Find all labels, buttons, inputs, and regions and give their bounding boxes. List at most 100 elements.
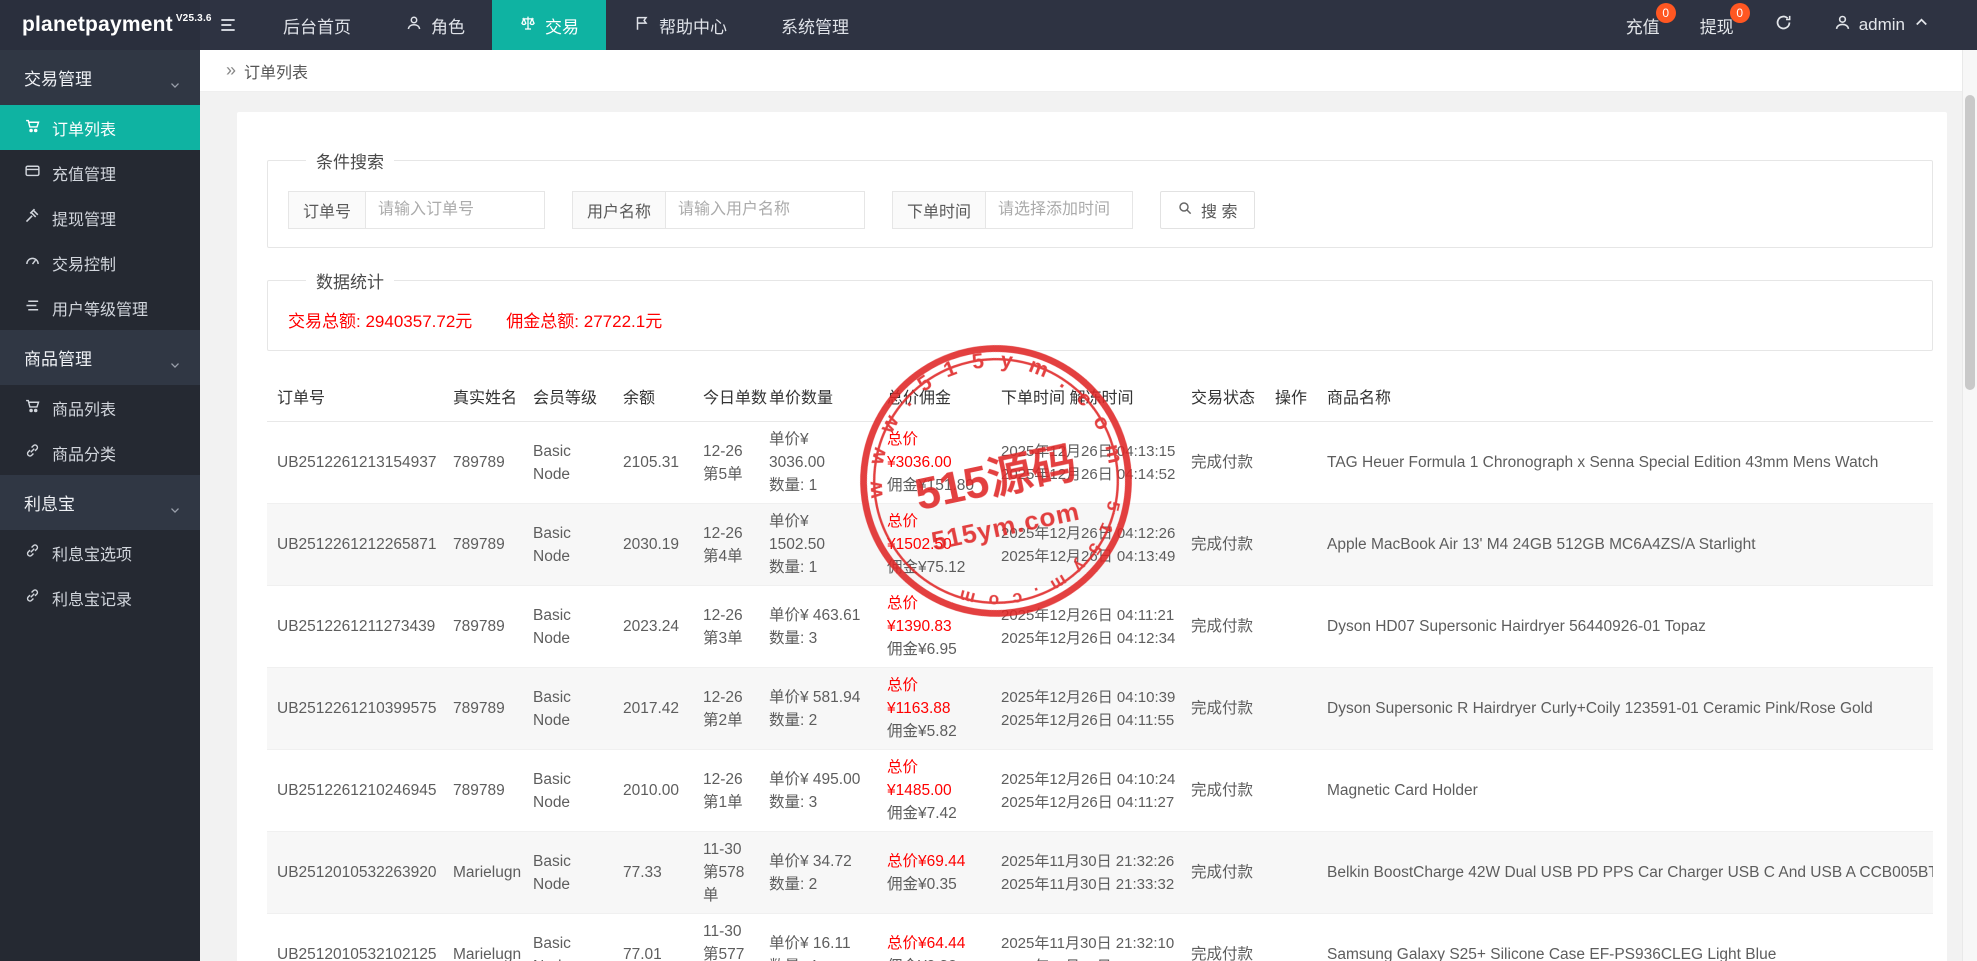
app-name: planetpayment — [22, 13, 173, 37]
sidebar-item-user-levels-label: 用户等级管理 — [52, 296, 148, 320]
search-fieldset: 条件搜索 订单号 用户名称 下单时间 — [267, 148, 1933, 248]
sidebar-item-interest-options[interactable]: 利息宝选项 — [0, 530, 200, 575]
col-balance: 余额 — [613, 371, 693, 422]
action-cell — [1265, 422, 1317, 504]
sidebar-item-product-category[interactable]: 商品分类 — [0, 430, 200, 475]
withdraw-button[interactable]: 提现 0 — [1680, 0, 1754, 50]
nav-system-label: 系统管理 — [781, 13, 849, 38]
order-no-label: 订单号 — [288, 191, 365, 229]
balance-cell: 77.33 — [613, 832, 693, 914]
nav-trade[interactable]: 交易 — [492, 0, 606, 50]
recharge-button[interactable]: 充值 0 — [1606, 0, 1680, 50]
level-cell: Basic Node — [523, 750, 613, 832]
order-no-field: 订单号 — [288, 191, 545, 229]
real-name-cell: 789789 — [443, 750, 523, 832]
user-name-input[interactable] — [665, 191, 865, 229]
times-cell: 2025年11月30日 21:32:102025年11月30日 21:33:17 — [991, 914, 1181, 961]
action-cell — [1265, 504, 1317, 586]
status-cell: 完成付款 — [1181, 668, 1265, 750]
level-cell: Basic Node — [523, 832, 613, 914]
nav-roles-label: 角色 — [431, 13, 465, 38]
sidebar-item-interest-options-label: 利息宝选项 — [52, 541, 132, 565]
withdraw-label: 提现 — [1700, 13, 1734, 38]
day-count-cell: 12-26第1单 — [693, 750, 759, 832]
wallet-icon — [24, 162, 41, 184]
levels-icon — [24, 297, 41, 319]
user-name-label: 用户名称 — [572, 191, 665, 229]
action-cell — [1265, 668, 1317, 750]
total-commission-cell: 总价¥1163.88佣金¥5.82 — [877, 668, 991, 750]
sidebar-group-trade-label: 交易管理 — [24, 65, 92, 90]
sidebar-group-products-label: 商品管理 — [24, 345, 92, 370]
sidebar-item-trade-control[interactable]: 交易控制 — [0, 240, 200, 285]
page-title: 订单列表 — [244, 59, 308, 83]
table-row: UB2512010532102125 Marielugn Basic Node … — [267, 914, 1933, 961]
level-cell: Basic Node — [523, 504, 613, 586]
total-commission-cell: 总价¥1485.00佣金¥7.42 — [877, 750, 991, 832]
sidebar-item-product-list[interactable]: 商品列表 — [0, 385, 200, 430]
sidebar-group-products[interactable]: 商品管理 — [0, 330, 200, 385]
real-name-cell: 789789 — [443, 668, 523, 750]
product-cell: Belkin BoostCharge 42W Dual USB PD PPS C… — [1317, 832, 1933, 914]
order-no-cell: UB2512261210399575 — [267, 668, 443, 750]
sidebar-item-withdraw[interactable]: 提现管理 — [0, 195, 200, 240]
day-count-cell: 12-26第2单 — [693, 668, 759, 750]
app-version: V25.3.6 — [176, 13, 212, 24]
product-cell: Apple MacBook Air 13' M4 24GB 512GB MC6A… — [1317, 504, 1933, 586]
unit-qty-cell: 单价¥ 495.00数量: 3 — [759, 750, 877, 832]
order-no-cell: UB2512261213154937 — [267, 422, 443, 504]
order-no-cell: UB2512261211273439 — [267, 586, 443, 668]
sidebar-item-order-list[interactable]: 订单列表 — [0, 105, 200, 150]
order-time-input[interactable] — [985, 191, 1133, 229]
refresh-button[interactable] — [1754, 0, 1813, 50]
user-menu[interactable]: admin — [1813, 0, 1951, 50]
unit-qty-cell: 单价¥ 3036.00数量: 1 — [759, 422, 877, 504]
sidebar-group-interest-label: 利息宝 — [24, 490, 75, 515]
stats-row: 交易总额: 2940357.72元 佣金总额: 27722.1元 — [288, 307, 1912, 332]
nav-roles[interactable]: 角色 — [378, 0, 492, 50]
nav-help[interactable]: 帮助中心 — [606, 0, 754, 50]
sidebar-group-interest[interactable]: 利息宝 — [0, 475, 200, 530]
breadcrumb-icon: » — [226, 60, 236, 81]
sidebar-item-trade-control-label: 交易控制 — [52, 251, 116, 275]
menu-toggle-icon[interactable] — [200, 0, 256, 50]
recharge-label: 充值 — [1626, 13, 1660, 38]
search-button-label: 搜 索 — [1201, 198, 1237, 222]
nav-dashboard[interactable]: 后台首页 — [256, 0, 378, 50]
flag-icon — [633, 14, 651, 37]
day-count-cell: 11-30第577单 — [693, 914, 759, 961]
sidebar-item-recharge[interactable]: 充值管理 — [0, 150, 200, 195]
unit-qty-cell: 单价¥ 34.72数量: 2 — [759, 832, 877, 914]
scrollbar-thumb[interactable] — [1965, 95, 1975, 390]
col-level: 会员等级 — [523, 371, 613, 422]
balance-cell: 2017.42 — [613, 668, 693, 750]
total-commission-cell: 总价¥64.44佣金¥0.32 — [877, 914, 991, 961]
nav-system[interactable]: 系统管理 — [754, 0, 876, 50]
balance-cell: 2023.24 — [613, 586, 693, 668]
table-row: UB2512261211273439 789789 Basic Node 202… — [267, 586, 1933, 668]
page-scrollbar[interactable] — [1962, 50, 1977, 961]
real-name-cell: 789789 — [443, 586, 523, 668]
table-header-row: 订单号 真实姓名 会员等级 余额 今日单数 单价数量 总价佣金 下单时间 解冻时… — [267, 371, 1933, 422]
order-no-input[interactable] — [365, 191, 545, 229]
sidebar-item-interest-records[interactable]: 利息宝记录 — [0, 575, 200, 620]
status-cell: 完成付款 — [1181, 586, 1265, 668]
search-icon — [1177, 200, 1193, 221]
col-product: 商品名称 — [1317, 371, 1933, 422]
refresh-icon — [1774, 13, 1793, 37]
link-icon — [24, 542, 41, 564]
search-button[interactable]: 搜 索 — [1160, 191, 1254, 229]
person-icon — [405, 14, 423, 37]
day-count-cell: 12-26第4单 — [693, 504, 759, 586]
order-time-label: 下单时间 — [892, 191, 985, 229]
product-cell: Samsung Galaxy S25+ Silicone Case EF-PS9… — [1317, 914, 1933, 961]
link-icon — [24, 587, 41, 609]
nav-dashboard-label: 后台首页 — [283, 13, 351, 38]
sidebar-item-interest-records-label: 利息宝记录 — [52, 586, 132, 610]
sidebar-item-recharge-label: 充值管理 — [52, 161, 116, 185]
sidebar-group-trade[interactable]: 交易管理 — [0, 50, 200, 105]
user-name-field: 用户名称 — [572, 191, 865, 229]
sidebar-item-user-levels[interactable]: 用户等级管理 — [0, 285, 200, 330]
balance-cell: 2030.19 — [613, 504, 693, 586]
action-cell — [1265, 750, 1317, 832]
